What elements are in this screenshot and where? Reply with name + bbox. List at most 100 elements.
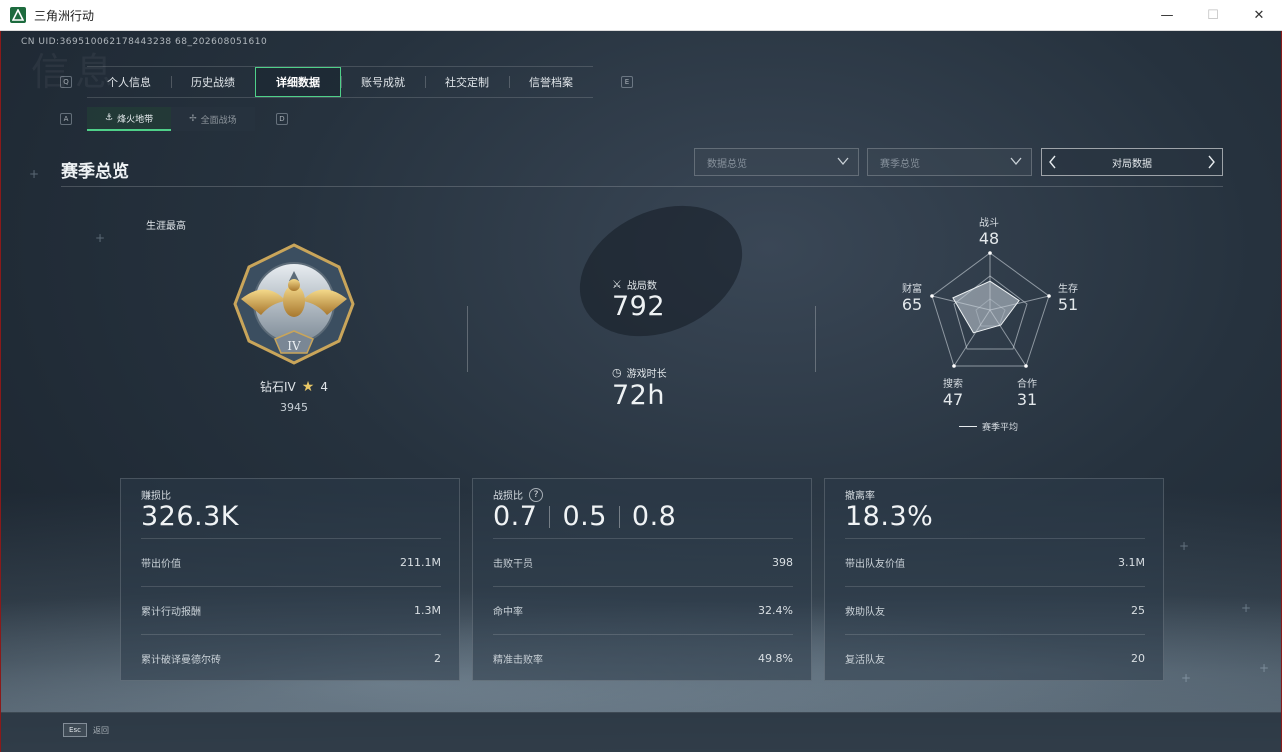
- chevron-left-icon[interactable]: [1046, 155, 1060, 169]
- row-label: 救助队友: [845, 607, 885, 618]
- help-icon[interactable]: ?: [529, 487, 543, 502]
- subtab-hazard-zone-label: 烽火地带: [117, 114, 154, 125]
- row-value: 398: [772, 556, 793, 569]
- card-label: 赚损比: [141, 491, 171, 502]
- table-row: 精准击败率 49.8%: [493, 634, 793, 682]
- kd-value-1: 0.7: [493, 501, 538, 532]
- pager-label: 对局数据: [1112, 158, 1152, 170]
- chevron-right-icon[interactable]: [1204, 155, 1218, 169]
- radar-value-polygon: [952, 280, 1020, 334]
- kd-separator: [618, 505, 620, 528]
- radar-axis-wealth: 财富: [902, 284, 922, 295]
- radar-axis-survival: 生存: [1058, 284, 1078, 295]
- card-big-value: 326.3K: [141, 501, 240, 532]
- rank-name-row: 钻石IV ★ 4: [231, 378, 357, 395]
- radar-axis-search: 搜索: [943, 379, 963, 390]
- row-label: 精准击败率: [493, 655, 543, 666]
- radar-value-cooperation: 31: [1016, 390, 1038, 409]
- playtime-label-row: ◷ 游戏时长: [612, 365, 667, 380]
- prev-subtab-key-hint: A: [60, 113, 72, 125]
- row-value: 32.4%: [758, 604, 793, 617]
- kd-ratio-card: 战损比 ? 0.7 0.5 0.8 击败干员 398 命中率 32.4% 精准击…: [472, 478, 812, 681]
- row-value: 20: [1131, 652, 1145, 665]
- minimize-button[interactable]: —: [1144, 0, 1190, 31]
- table-row: 带出价值 211.1M: [141, 538, 441, 586]
- table-row: 累计破译曼德尔砖 2: [141, 634, 441, 682]
- radar-value-combat: 48: [978, 229, 1000, 248]
- row-value: 2: [434, 652, 441, 665]
- chevron-down-icon: [1010, 157, 1022, 166]
- battlefield-icon: ✢: [189, 114, 197, 124]
- tab-match-history[interactable]: 历史战绩: [171, 67, 255, 97]
- row-value: 1.3M: [414, 604, 441, 617]
- rank-stars: 4: [320, 379, 328, 394]
- tab-personal-info[interactable]: 个人信息: [87, 67, 171, 97]
- row-value: 49.8%: [758, 652, 793, 665]
- section-title: 赛季总览: [61, 162, 129, 182]
- card-label: 战损比: [493, 491, 523, 502]
- career-best-label: 生涯最高: [146, 221, 186, 232]
- background-radar-dish: [558, 180, 764, 362]
- row-label: 累计破译曼德尔砖: [141, 655, 221, 666]
- table-row: 击败干员 398: [493, 538, 793, 586]
- row-label: 带出队友价值: [845, 559, 905, 570]
- tab-social-custom[interactable]: 社交定制: [425, 67, 509, 97]
- row-label: 带出价值: [141, 559, 181, 570]
- table-row: 命中率 32.4%: [493, 586, 793, 634]
- table-row: 累计行动报酬 1.3M: [141, 586, 441, 634]
- card-label: 撤离率: [845, 491, 875, 502]
- stats-divider-right: [815, 306, 816, 372]
- row-value: 3.1M: [1118, 556, 1145, 569]
- rank-badge-numeral: IV: [287, 339, 301, 353]
- profit-ratio-card: 赚损比 326.3K 带出价值 211.1M 累计行动报酬 1.3M 累计破译曼…: [120, 478, 460, 681]
- row-label: 累计行动报酬: [141, 607, 201, 618]
- kd-value-2: 0.5: [562, 501, 607, 532]
- subtab-full-battlefield-label: 全面战场: [200, 115, 237, 126]
- match-data-pager: 对局数据: [1041, 148, 1223, 176]
- tab-reputation[interactable]: 信誉档案: [509, 67, 593, 97]
- section-divider: [61, 186, 1223, 187]
- season-overview-dropdown[interactable]: 赛季总览: [867, 148, 1032, 176]
- back-label: 返回: [93, 726, 109, 735]
- esc-key-button[interactable]: Esc: [63, 723, 87, 737]
- data-overview-dropdown-value: 数据总览: [707, 158, 747, 170]
- card-label-row: 战损比 ?: [493, 487, 543, 502]
- chevron-down-icon: [837, 157, 849, 166]
- tab-achievements[interactable]: 账号成就: [341, 67, 425, 97]
- card-big-values: 0.7 0.5 0.8: [493, 501, 676, 532]
- close-button[interactable]: ✕: [1236, 0, 1282, 31]
- card-big-value: 18.3%: [845, 501, 934, 532]
- clock-icon: ◷: [612, 366, 622, 379]
- extraction-rate-card: 撤离率 18.3% 带出队友价值 3.1M 救助队友 25 复活队友 20: [824, 478, 1164, 681]
- game-viewport: + + + + + + 信息 CN UID:369510062178443238…: [0, 31, 1282, 752]
- tab-detailed-data[interactable]: 详细数据: [255, 67, 341, 97]
- bottom-bar: [1, 712, 1281, 752]
- stats-divider-left: [467, 306, 468, 372]
- rank-badge-icon: IV: [233, 243, 355, 365]
- row-value: 211.1M: [400, 556, 441, 569]
- table-row: 救助队友 25: [845, 586, 1145, 634]
- star-icon: ★: [301, 378, 315, 395]
- hazard-zone-icon: ⚓: [105, 113, 114, 123]
- subtab-hazard-zone[interactable]: ⚓ 烽火地带: [87, 107, 172, 131]
- radar-legend-label: 赛季平均: [982, 423, 1019, 433]
- row-value: 25: [1131, 604, 1145, 617]
- data-overview-dropdown[interactable]: 数据总览: [694, 148, 859, 176]
- legend-line-icon: [959, 426, 977, 427]
- prev-tab-key-hint: Q: [60, 76, 72, 88]
- season-overview-dropdown-value: 赛季总览: [880, 158, 920, 170]
- subtab-full-battlefield[interactable]: ✢ 全面战场: [171, 107, 255, 131]
- row-label: 复活队友: [845, 655, 885, 666]
- radar-value-survival: 51: [1057, 295, 1079, 314]
- matches-label: 战局数: [626, 281, 657, 292]
- row-label: 击败干员: [493, 559, 533, 570]
- mode-subtabs: ⚓ 烽火地带 ✢ 全面战场: [87, 107, 255, 131]
- row-label: 命中率: [493, 607, 523, 618]
- window-title: 三角洲行动: [34, 8, 95, 23]
- maximize-button[interactable]: ☐: [1190, 0, 1236, 31]
- radar-axis-combat: 战斗: [979, 218, 999, 229]
- rank-name: 钻石IV: [260, 380, 296, 394]
- radar-axis-cooperation: 合作: [1017, 379, 1037, 390]
- table-row: 复活队友 20: [845, 634, 1145, 682]
- radar-legend: 赛季平均: [959, 420, 1018, 433]
